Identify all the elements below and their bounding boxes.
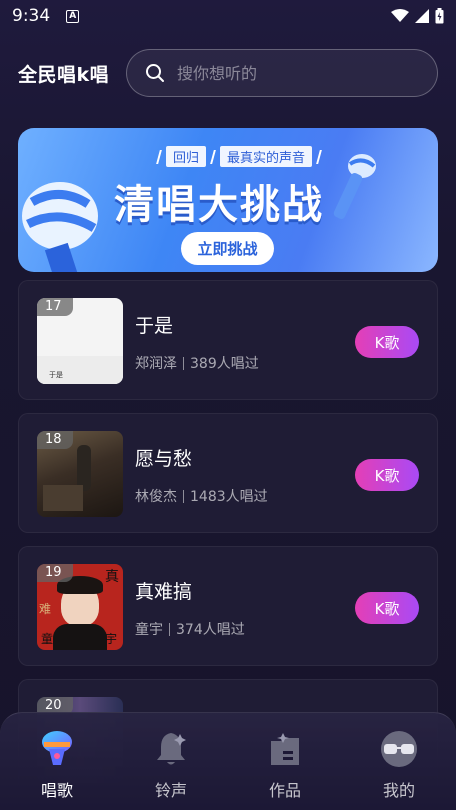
banner-tag-right: 最真实的声音 (220, 146, 313, 167)
meta-divider (183, 356, 184, 370)
rank-badge: 19 (37, 564, 73, 582)
tag-divider (156, 149, 162, 164)
cover-piano (43, 485, 83, 511)
tag-divider (316, 149, 322, 164)
bell-icon (157, 733, 186, 765)
song-cover: 于是 17 (37, 298, 123, 384)
song-cover: 真 难 宇 童 19 (37, 564, 123, 650)
nav-label: 我的 (382, 781, 415, 800)
microphone-illustration-left (22, 182, 98, 272)
song-singers: 374人唱过 (176, 622, 245, 638)
nav-label: 作品 (268, 781, 301, 800)
cover-text: 宇 (105, 632, 118, 646)
app-title: 全民唱k唱 (18, 64, 110, 86)
banner-tag-row: 回归 最真实的声音 (156, 146, 322, 167)
cover-body (53, 624, 107, 650)
signal-icon (415, 9, 429, 23)
meta-divider (183, 489, 184, 503)
nav-tab-sing[interactable]: 唱歌 (17, 729, 97, 801)
folder-icon (271, 733, 299, 765)
song-meta: 郑润泽 389人唱过 (135, 353, 259, 373)
banner-tag-left: 回归 (166, 146, 207, 167)
k-song-button[interactable]: K歌 (355, 326, 419, 358)
search-bar[interactable] (126, 49, 438, 97)
nav-tab-me[interactable]: 我的 (359, 729, 439, 801)
nav-tab-ringtone[interactable]: 铃声 (131, 729, 211, 801)
meta-divider (169, 622, 170, 636)
search-icon (146, 64, 164, 82)
a-icon: A (66, 9, 80, 23)
nav-label: 铃声 (154, 781, 187, 800)
song-title: 于是 (135, 315, 174, 337)
k-song-button[interactable]: K歌 (355, 459, 419, 491)
cover-text: 真 (105, 569, 119, 585)
cover-text: 童 (41, 632, 54, 646)
microphone-illustration-right (333, 154, 376, 219)
banner-headline: 清唱大挑战 (114, 182, 324, 228)
song-artist: 郑润泽 (135, 356, 177, 372)
rank-badge: 18 (37, 431, 73, 449)
song-singers: 389人唱过 (190, 356, 259, 372)
nav-tab-works[interactable]: 作品 (245, 729, 325, 801)
nav-label: 唱歌 (40, 781, 73, 800)
song-meta: 林俊杰 1483人唱过 (135, 486, 268, 506)
glasses-icon (381, 731, 417, 767)
song-card-18[interactable]: 18 愿与愁 林俊杰 1483人唱过 K歌 (18, 413, 438, 533)
song-title: 愿与愁 (135, 448, 193, 470)
song-meta: 童宇 374人唱过 (135, 619, 245, 639)
wifi-icon (391, 9, 409, 22)
song-title: 真难搞 (135, 581, 193, 603)
cover-text: 难 (39, 602, 52, 616)
song-artist: 林俊杰 (135, 489, 177, 505)
song-singers: 1483人唱过 (190, 489, 268, 505)
status-bar: 9:34 A (0, 0, 456, 32)
song-card-17[interactable]: 于是 17 于是 郑润泽 389人唱过 K歌 (18, 280, 438, 400)
header: 全民唱k唱 (0, 48, 456, 98)
k-song-button[interactable]: K歌 (355, 592, 419, 624)
status-right (391, 8, 444, 24)
song-artist: 童宇 (135, 622, 163, 638)
song-card-19[interactable]: 真 难 宇 童 19 真难搞 童宇 374人唱过 K歌 (18, 546, 438, 666)
rank-badge: 17 (37, 298, 73, 316)
status-time: 9:34 (12, 6, 51, 26)
song-cover: 18 (37, 431, 123, 517)
bottom-nav: 唱歌 铃声 作品 我的 (0, 712, 456, 810)
microphone-icon (42, 731, 72, 765)
challenge-banner[interactable]: 回归 最真实的声音 清唱大挑战 立即挑战 (18, 128, 438, 272)
search-input[interactable] (177, 63, 417, 83)
challenge-now-button[interactable]: 立即挑战 (181, 232, 274, 265)
cover-text: 于是 (49, 371, 63, 379)
battery-icon (435, 8, 444, 24)
tag-divider (210, 149, 216, 164)
